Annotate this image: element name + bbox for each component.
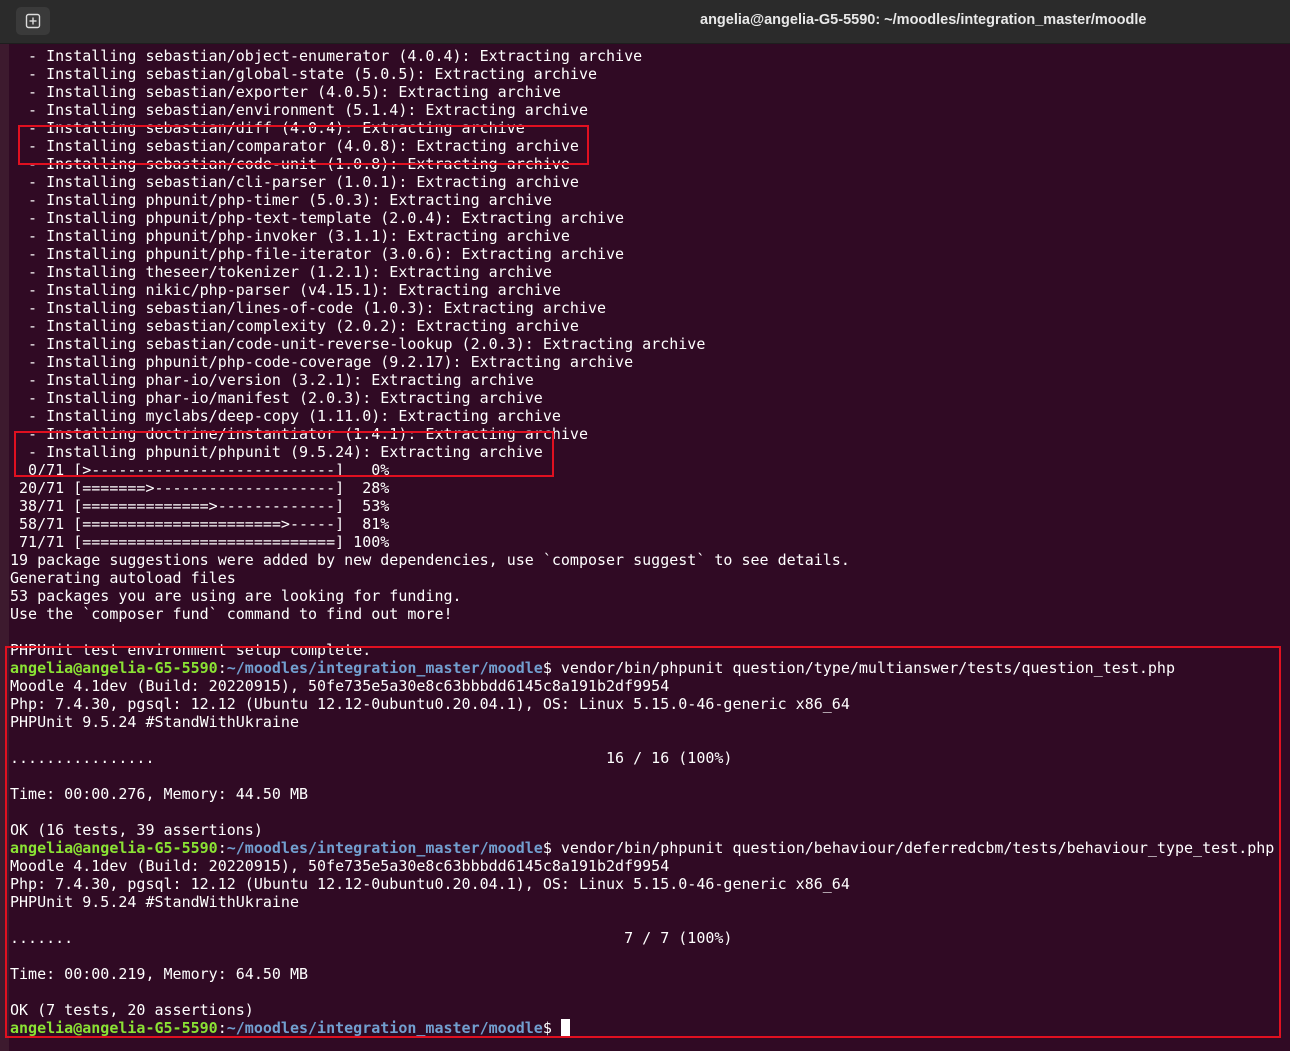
- new-tab-icon: [25, 13, 41, 29]
- terminal-line: - Installing phpunit/phpunit (9.5.24): E…: [10, 443, 543, 461]
- terminal-line: 19 package suggestions were added by new…: [10, 551, 850, 569]
- terminal-line: 20/71 [=======>--------------------] 28%: [10, 479, 390, 497]
- terminal-line: - Installing phpunit/php-file-iterator (…: [10, 245, 625, 263]
- desktop-edge: [0, 0, 9, 1051]
- prompt-path: ~/moodles/integration_master/moodle: [226, 839, 543, 857]
- terminal-line: 71/71 [============================] 100…: [10, 533, 390, 551]
- terminal-line: PHPUnit 9.5.24 #StandWithUkraine: [10, 893, 299, 911]
- terminal-line: - Installing sebastian/cli-parser (1.0.1…: [10, 173, 579, 191]
- terminal-line: - Installing sebastian/code-unit (1.0.8)…: [10, 155, 570, 173]
- prompt-colon: :: [217, 839, 227, 857]
- terminal-line: 58/71 [======================>-----] 81%: [10, 515, 390, 533]
- terminal-line: - Installing doctrine/instantiator (1.4.…: [10, 425, 588, 443]
- prompt-user-host: angelia@angelia-G5-5590: [10, 1019, 218, 1037]
- terminal-line: Php: 7.4.30, pgsql: 12.12 (Ubuntu 12.12-…: [10, 875, 850, 893]
- terminal-window: angelia@angelia-G5-5590: ~/moodles/integ…: [0, 0, 1290, 1051]
- terminal-line: - Installing phpunit/php-text-template (…: [10, 209, 625, 227]
- prompt-line: angelia@angelia-G5-5590:~/moodles/integr…: [10, 659, 1286, 677]
- prompt-user-host: angelia@angelia-G5-5590: [10, 839, 218, 857]
- terminal-line: Moodle 4.1dev (Build: 20220915), 50fe735…: [10, 677, 670, 695]
- terminal-line: Php: 7.4.30, pgsql: 12.12 (Ubuntu 12.12-…: [10, 695, 850, 713]
- terminal-line: ....... 7 / 7 (100%): [10, 929, 733, 947]
- terminal-line: 38/71 [==============>-------------] 53%: [10, 497, 390, 515]
- terminal-line: Time: 00:00.219, Memory: 64.50 MB: [10, 965, 309, 983]
- prompt-user-host: angelia@angelia-G5-5590: [10, 659, 218, 677]
- terminal-line: - Installing sebastian/lines-of-code (1.…: [10, 299, 607, 317]
- terminal-line: ................ 16 / 16 (100%): [10, 749, 733, 767]
- prompt-path: ~/moodles/integration_master/moodle: [226, 1019, 543, 1037]
- terminal-line: Time: 00:00.276, Memory: 44.50 MB: [10, 785, 309, 803]
- terminal-line: Generating autoload files: [10, 569, 236, 587]
- prompt-dollar: $: [542, 659, 552, 677]
- terminal-line: - Installing sebastian/global-state (5.0…: [10, 65, 597, 83]
- terminal-line: - Installing sebastian/code-unit-reverse…: [10, 335, 706, 353]
- terminal-line: OK (16 tests, 39 assertions): [10, 821, 263, 839]
- terminal-line: - Installing phar-io/version (3.2.1): Ex…: [10, 371, 534, 389]
- terminal-line: - Installing sebastian/diff (4.0.4): Ext…: [10, 119, 525, 137]
- terminal-line: - Installing phar-io/manifest (2.0.3): E…: [10, 389, 543, 407]
- terminal-line: 53 packages you are using are looking fo…: [10, 587, 462, 605]
- terminal-line: - Installing nikic/php-parser (v4.15.1):…: [10, 281, 561, 299]
- terminal-line: OK (7 tests, 20 assertions): [10, 1001, 254, 1019]
- terminal-line: PHPUnit test environment setup complete.: [10, 641, 372, 659]
- prompt-colon: :: [217, 659, 227, 677]
- title-bar: angelia@angelia-G5-5590: ~/moodles/integ…: [0, 0, 1290, 44]
- terminal-line: - Installing phpunit/php-timer (5.0.3): …: [10, 191, 552, 209]
- terminal-line: PHPUnit 9.5.24 #StandWithUkraine: [10, 713, 299, 731]
- terminal-line: - Installing myclabs/deep-copy (1.11.0):…: [10, 407, 561, 425]
- terminal-line: - Installing sebastian/exporter (4.0.5):…: [10, 83, 561, 101]
- terminal-output[interactable]: - Installing sebastian/object-enumerator…: [10, 47, 1286, 1047]
- prompt-colon: :: [217, 1019, 227, 1037]
- command-text: [552, 1019, 561, 1037]
- command-text: vendor/bin/phpunit question/behaviour/de…: [551, 839, 1275, 857]
- terminal-line: Use the `composer fund` command to find …: [10, 605, 453, 623]
- window-title: angelia@angelia-G5-5590: ~/moodles/integ…: [700, 12, 1147, 28]
- terminal-line: - Installing phpunit/php-invoker (3.1.1)…: [10, 227, 570, 245]
- terminal-line: - Installing phpunit/php-code-coverage (…: [10, 353, 634, 371]
- terminal-line: - Installing theseer/tokenizer (1.2.1): …: [10, 263, 552, 281]
- prompt-path: ~/moodles/integration_master/moodle: [226, 659, 543, 677]
- new-tab-button[interactable]: [16, 7, 50, 35]
- terminal-line: 0/71 [>---------------------------] 0%: [10, 461, 390, 479]
- prompt-line: angelia@angelia-G5-5590:~/moodles/integr…: [10, 1019, 1286, 1037]
- terminal-line: - Installing sebastian/environment (5.1.…: [10, 101, 588, 119]
- prompt-dollar: $: [542, 1019, 552, 1037]
- terminal-line: - Installing sebastian/object-enumerator…: [10, 47, 643, 65]
- terminal-line: Moodle 4.1dev (Build: 20220915), 50fe735…: [10, 857, 670, 875]
- text-cursor: [560, 1019, 570, 1036]
- command-text: vendor/bin/phpunit question/type/multian…: [551, 659, 1175, 677]
- prompt-line: angelia@angelia-G5-5590:~/moodles/integr…: [10, 839, 1286, 857]
- terminal-line: - Installing sebastian/comparator (4.0.8…: [10, 137, 579, 155]
- prompt-dollar: $: [542, 839, 552, 857]
- terminal-line: - Installing sebastian/complexity (2.0.2…: [10, 317, 579, 335]
